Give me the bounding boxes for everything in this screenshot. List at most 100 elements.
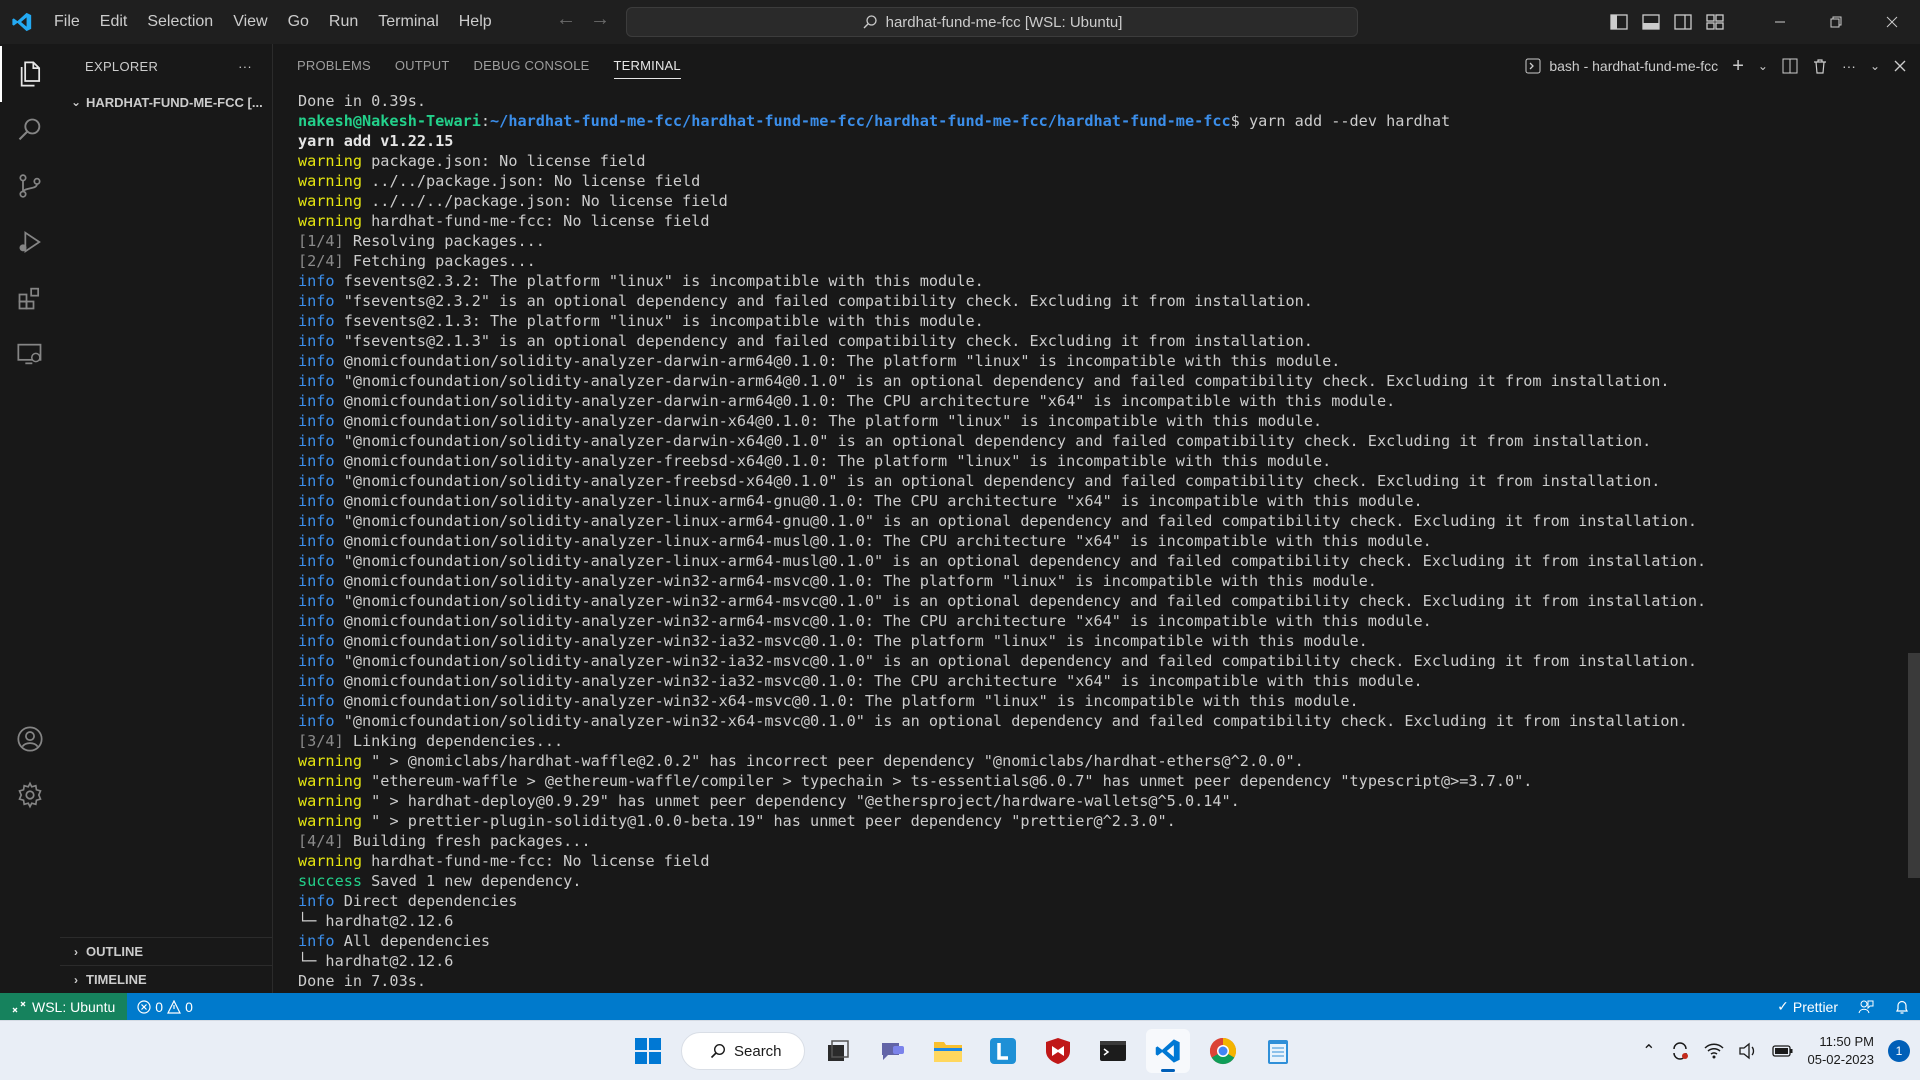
terminal-text: warning (298, 172, 363, 190)
status-bar: WSL: Ubuntu 0 0 ✓ Prettier (0, 993, 1920, 1020)
terminal-text: package.json: No license field (362, 152, 646, 170)
terminal-line: info @nomicfoundation/solidity-analyzer-… (298, 631, 1920, 651)
terminal-app[interactable] (1091, 1029, 1135, 1073)
close-button[interactable] (1864, 0, 1920, 44)
tab-debug-console[interactable]: DEBUG CONSOLE (474, 44, 590, 88)
workspace-folder[interactable]: ⌄ HARDHAT-FUND-ME-FCC [... (60, 88, 272, 116)
l-app[interactable] (981, 1029, 1025, 1073)
sync-icon[interactable] (1670, 1041, 1690, 1061)
problems-indicator[interactable]: 0 0 (127, 999, 203, 1015)
feedback-icon (1858, 1000, 1874, 1013)
notification-badge[interactable]: 1 (1888, 1040, 1910, 1062)
menu-selection[interactable]: Selection (137, 7, 223, 37)
manage-activity[interactable] (0, 767, 60, 823)
start-button[interactable] (626, 1029, 670, 1073)
terminal-text: nakesh@Nakesh-Tewari (298, 112, 481, 130)
search-icon (710, 1043, 726, 1059)
minimize-button[interactable] (1752, 0, 1808, 44)
terminal-text: : (480, 112, 491, 130)
title-bar: File Edit Selection View Go Run Terminal… (0, 0, 1920, 44)
terminal-text: @nomicfoundation/solidity-analyzer-linux… (334, 492, 1423, 510)
close-icon (1886, 16, 1898, 28)
vscode-app[interactable] (1146, 1029, 1190, 1073)
accounts-activity[interactable] (0, 711, 60, 767)
feedback-button[interactable] (1848, 999, 1884, 1015)
outline-section[interactable]: › OUTLINE (60, 937, 273, 965)
terminal-icon (1100, 1041, 1126, 1061)
gear-icon (18, 781, 42, 809)
terminal-line: info @nomicfoundation/solidity-analyzer-… (298, 411, 1920, 431)
search-activity[interactable] (0, 102, 60, 158)
menu-terminal[interactable]: Terminal (368, 7, 448, 37)
mcafee-app[interactable] (1036, 1029, 1080, 1073)
trash-icon[interactable] (1812, 58, 1828, 74)
chevron-up-icon[interactable]: ⌃ (1642, 1041, 1655, 1061)
back-arrow-icon[interactable]: ← (554, 8, 578, 31)
maximize-panel-icon[interactable]: ⌄ (1870, 59, 1880, 73)
toggle-secondary-sidebar-icon[interactable] (1674, 14, 1692, 30)
terminal-output[interactable]: Done in 0.39s. nakesh@Nakesh-Tewari:~/har… (273, 88, 1920, 993)
system-tray: ⌃ 11:50 PM 05-02-2023 1 (1642, 1021, 1920, 1080)
terminal-text: info (298, 932, 335, 950)
notifications-button[interactable] (1884, 999, 1920, 1015)
terminal-line: info @nomicfoundation/solidity-analyzer-… (298, 531, 1920, 551)
terminal-line: [2/4] Fetching packages... (298, 251, 1920, 271)
battery-icon[interactable] (1771, 1043, 1794, 1059)
timeline-section[interactable]: › TIMELINE (60, 965, 273, 993)
terminal-scrollbar[interactable] (1908, 653, 1920, 878)
tab-terminal[interactable]: TERMINAL (613, 44, 682, 88)
remote-explorer-activity[interactable] (0, 326, 60, 382)
tab-output[interactable]: OUTPUT (395, 44, 450, 88)
terminal-text: warning (298, 772, 363, 790)
close-panel-icon[interactable] (1894, 60, 1906, 72)
wifi-icon[interactable] (1703, 1042, 1724, 1060)
terminal-text: info (298, 712, 335, 730)
prettier-indicator[interactable]: ✓ Prettier (1767, 998, 1848, 1015)
customize-layout-icon[interactable] (1706, 14, 1724, 30)
terminal-text: @nomicfoundation/solidity-analyzer-win32… (334, 632, 1368, 650)
terminal-text: @nomicfoundation/solidity-analyzer-freeb… (334, 452, 1332, 470)
terminal-text: "@nomicfoundation/solidity-analyzer-linu… (334, 552, 1707, 570)
chevron-right-icon: › (74, 972, 78, 987)
split-terminal-icon[interactable] (1782, 58, 1798, 74)
outline-label: OUTLINE (86, 944, 144, 959)
terminal-line: [3/4] Linking dependencies... (298, 731, 1920, 751)
menu-file[interactable]: File (44, 7, 90, 37)
source-control-activity[interactable] (0, 158, 60, 214)
restore-button[interactable] (1808, 0, 1864, 44)
windows-taskbar: Search ⌃ 11:50 PM 05-02-2023 1 (0, 1020, 1920, 1080)
vscode-logo-icon (0, 0, 44, 44)
terminal-selector[interactable]: bash - hardhat-fund-me-fcc (1525, 58, 1718, 74)
menu-help[interactable]: Help (449, 7, 502, 37)
menu-edit[interactable]: Edit (90, 7, 138, 37)
tab-problems[interactable]: PROBLEMS (297, 44, 371, 88)
run-debug-activity[interactable] (0, 214, 60, 270)
toggle-panel-icon[interactable] (1642, 14, 1660, 30)
teams-chat-app[interactable] (871, 1029, 915, 1073)
menu-bar: File Edit Selection View Go Run Terminal… (44, 0, 502, 44)
more-actions-icon[interactable]: ··· (1842, 58, 1856, 74)
taskbar-search[interactable]: Search (681, 1032, 805, 1070)
explorer-activity[interactable] (0, 46, 60, 102)
command-center[interactable]: hardhat-fund-me-fcc [WSL: Ubuntu] (626, 7, 1358, 37)
terminal-line: warning ../../package.json: No license f… (298, 171, 1920, 191)
chrome-app[interactable] (1201, 1029, 1245, 1073)
toggle-primary-sidebar-icon[interactable] (1610, 14, 1628, 30)
chevron-down-icon[interactable]: ⌄ (1758, 59, 1768, 73)
file-explorer-app[interactable] (926, 1029, 970, 1073)
menu-run[interactable]: Run (319, 7, 368, 37)
extensions-icon (18, 287, 40, 310)
task-view-button[interactable] (816, 1029, 860, 1073)
more-actions-icon[interactable]: ··· (238, 59, 252, 74)
menu-view[interactable]: View (223, 7, 277, 37)
volume-icon[interactable] (1738, 1042, 1758, 1060)
menu-go[interactable]: Go (278, 7, 319, 37)
new-terminal-icon[interactable]: + (1732, 55, 1744, 78)
terminal-line: info All dependencies (298, 931, 1920, 951)
remote-indicator[interactable]: WSL: Ubuntu (0, 993, 128, 1020)
notepad-app[interactable] (1256, 1029, 1300, 1073)
prettier-label: Prettier (1792, 998, 1838, 1015)
clock[interactable]: 11:50 PM 05-02-2023 (1808, 1033, 1875, 1069)
forward-arrow-icon[interactable]: → (588, 8, 612, 31)
extensions-activity[interactable] (0, 270, 60, 326)
